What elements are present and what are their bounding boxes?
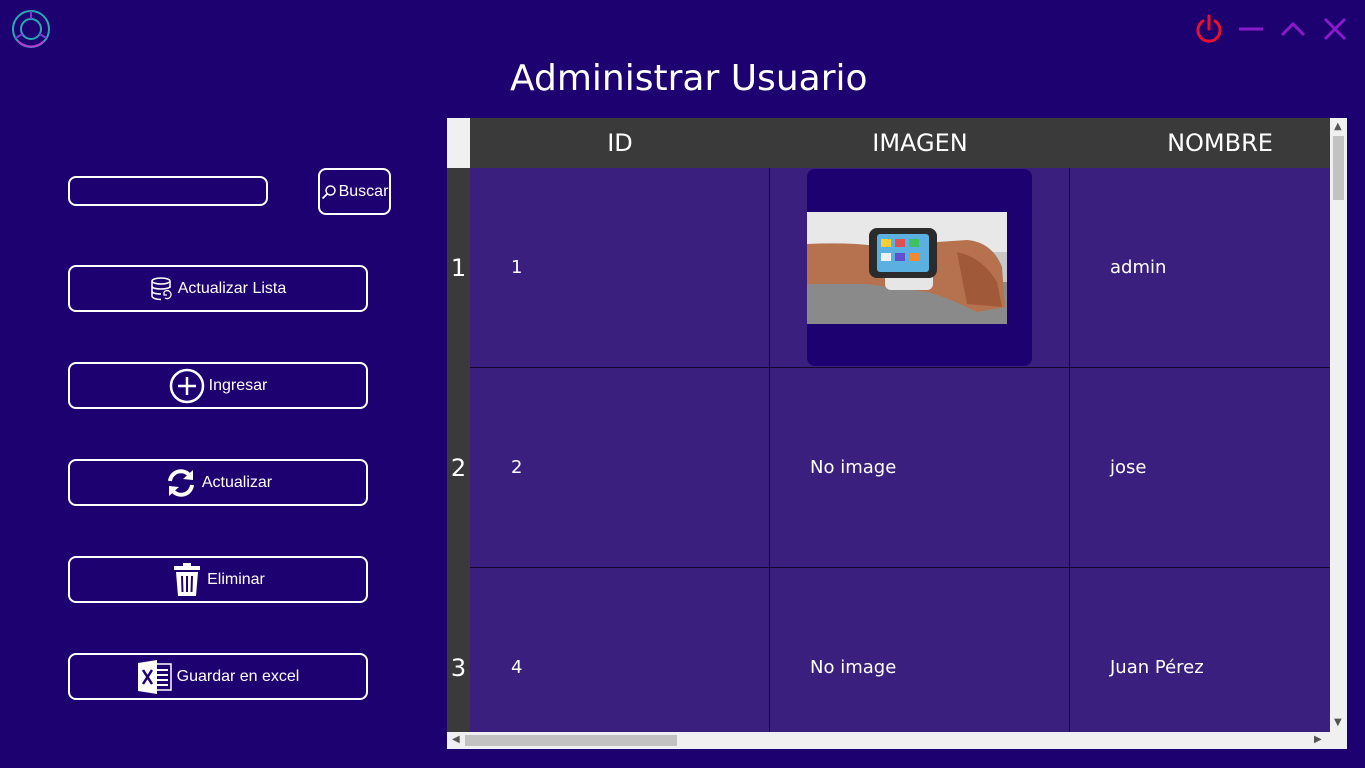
page-title: Administrar Usuario <box>510 58 868 99</box>
table-cell-imagen[interactable]: No image <box>770 368 1070 568</box>
users-table[interactable]: ID IMAGEN NOMBRE 1 1 admin 2 2 No image … <box>447 118 1347 749</box>
close-icon <box>1323 17 1347 41</box>
table-cell-nombre[interactable]: jose <box>1070 368 1347 568</box>
horizontal-scroll-thumb[interactable] <box>465 735 677 746</box>
column-header-imagen[interactable]: IMAGEN <box>770 118 1070 168</box>
scroll-left-icon[interactable]: ◀ <box>452 735 460 745</box>
vertical-scrollbar[interactable]: ▲ ▼ <box>1330 118 1347 732</box>
search-button-label: Buscar <box>338 182 389 200</box>
user-image-frame <box>807 169 1032 366</box>
maximize-button[interactable] <box>1275 12 1311 46</box>
add-label: Ingresar <box>208 376 268 394</box>
row-header[interactable]: 1 <box>447 168 470 368</box>
add-circle-icon <box>169 368 204 403</box>
vertical-scroll-thumb[interactable] <box>1333 136 1344 200</box>
refresh-list-label: Actualizar Lista <box>177 279 287 297</box>
smartwatch-photo <box>807 211 1007 324</box>
database-icon <box>151 276 172 300</box>
column-header-id[interactable]: ID <box>470 118 770 168</box>
table-cell-id[interactable]: 1 <box>470 168 770 368</box>
search-button[interactable]: Buscar <box>318 168 391 215</box>
delete-label: Eliminar <box>207 570 265 588</box>
minimize-button[interactable] <box>1233 12 1269 46</box>
search-icon <box>321 184 336 199</box>
search-input[interactable] <box>68 176 268 206</box>
table-cell-imagen[interactable] <box>770 168 1070 368</box>
column-header-nombre[interactable]: NOMBRE <box>1070 118 1347 168</box>
scroll-down-icon[interactable]: ▼ <box>1334 718 1342 728</box>
table-cell-id[interactable]: 4 <box>470 568 770 749</box>
table-cell-nombre[interactable]: Juan Pérez <box>1070 568 1347 749</box>
table-cell-nombre[interactable]: admin <box>1070 168 1347 368</box>
power-icon <box>1196 14 1222 43</box>
refresh-icon <box>167 468 194 497</box>
row-header[interactable]: 2 <box>447 368 470 568</box>
table-cell-imagen[interactable]: No image <box>770 568 1070 749</box>
maximize-icon <box>1280 21 1306 37</box>
excel-icon <box>137 659 172 694</box>
update-button[interactable]: Actualizar <box>68 459 368 506</box>
row-header[interactable]: 3 <box>447 568 470 749</box>
save-excel-label: Guardar en excel <box>176 667 300 685</box>
minimize-icon <box>1239 27 1263 31</box>
update-label: Actualizar <box>201 473 273 491</box>
refresh-list-button[interactable]: Actualizar Lista <box>68 265 368 312</box>
scrollbar-corner <box>1330 732 1347 749</box>
save-excel-button[interactable]: Guardar en excel <box>68 653 368 700</box>
app-logo-icon <box>12 10 50 48</box>
delete-button[interactable]: Eliminar <box>68 556 368 603</box>
horizontal-scrollbar[interactable]: ◀ ▶ <box>447 732 1330 749</box>
window-controls <box>1191 12 1353 46</box>
power-button[interactable] <box>1191 12 1227 46</box>
scroll-up-icon[interactable]: ▲ <box>1334 122 1342 132</box>
add-button[interactable]: Ingresar <box>68 362 368 409</box>
scroll-right-icon[interactable]: ▶ <box>1314 735 1322 745</box>
table-cell-id[interactable]: 2 <box>470 368 770 568</box>
table-corner[interactable] <box>447 118 470 168</box>
trash-icon <box>174 562 201 596</box>
close-button[interactable] <box>1317 12 1353 46</box>
